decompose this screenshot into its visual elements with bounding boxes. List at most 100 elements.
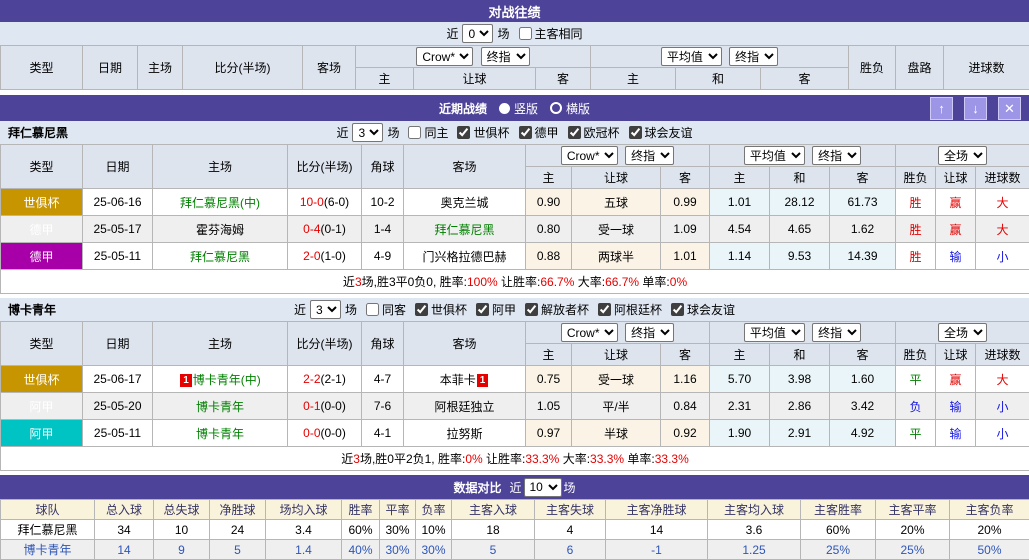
handicap-result: 赢 bbox=[936, 189, 976, 216]
average-select[interactable]: 平均值 bbox=[661, 47, 722, 66]
average-select-group: 平均值 终指 bbox=[710, 322, 896, 344]
filter-label: 世俱杯 bbox=[431, 301, 467, 318]
team1-filter-worldclubcup-checkbox[interactable] bbox=[457, 126, 470, 139]
stat-value: 4 bbox=[535, 520, 606, 540]
team2-filter-copaargentina-checkbox[interactable] bbox=[598, 303, 611, 316]
corner-score: 4-9 bbox=[362, 243, 404, 270]
final-odds-select2[interactable]: 终指 bbox=[729, 47, 778, 66]
league-badge: 世俱杯 bbox=[1, 189, 83, 216]
team1-summary-row: 近3场,胜3平0负0, 胜率:100% 让胜率:66.7% 大率:66.7% 单… bbox=[1, 270, 1029, 294]
team1-name: 拜仁慕尼黑 bbox=[8, 124, 68, 141]
col-loss-rate: 负率 bbox=[416, 500, 452, 520]
team2-scope-select[interactable]: 全场 bbox=[938, 323, 987, 342]
h2h-controls: 近 0 场 主客相同 bbox=[0, 22, 1029, 45]
col-score: 比分(半场) bbox=[288, 322, 362, 366]
up-arrow-icon: ↑ bbox=[938, 101, 945, 116]
team1-filter-bundesliga-checkbox[interactable] bbox=[519, 126, 532, 139]
average-select-group: 平均值 终指 bbox=[710, 145, 896, 167]
col-goals: 进球数 bbox=[944, 46, 1029, 90]
col-draw-rate: 平率 bbox=[380, 500, 416, 520]
handicap: 平/半 bbox=[572, 393, 661, 420]
avg-home: 1.01 bbox=[710, 189, 770, 216]
team1-same-home-checkbox[interactable] bbox=[408, 126, 421, 139]
col-score: 比分(半场) bbox=[183, 46, 303, 90]
team2-filter-worldclubcup-checkbox[interactable] bbox=[415, 303, 428, 316]
team2-final-odds-select2[interactable]: 终指 bbox=[812, 323, 861, 342]
col-home: 主场 bbox=[153, 322, 288, 366]
stat-value: 3.4 bbox=[266, 520, 342, 540]
goals-result: 大 bbox=[976, 216, 1029, 243]
col-home-odds: 主 bbox=[526, 167, 572, 189]
col-goals: 进球数 bbox=[976, 167, 1029, 189]
team2-final-odds-select[interactable]: 终指 bbox=[625, 323, 674, 342]
stat-value: 20% bbox=[950, 520, 1029, 540]
corner-score: 10-2 bbox=[362, 189, 404, 216]
avg-away: 61.73 bbox=[830, 189, 896, 216]
team1-filter-friendly-checkbox[interactable] bbox=[629, 126, 642, 139]
col-goal-diff: 净胜球 bbox=[210, 500, 266, 520]
away-odds: 1.16 bbox=[661, 366, 710, 393]
team2-average-select[interactable]: 平均值 bbox=[744, 323, 805, 342]
compare-near-select[interactable]: 10 bbox=[524, 478, 562, 497]
scope-select-group: 全场 bbox=[896, 145, 1029, 167]
away-team: 拜仁慕尼黑 bbox=[404, 216, 526, 243]
team1-final-odds-select[interactable]: 终指 bbox=[625, 146, 674, 165]
away-odds: 1.09 bbox=[661, 216, 710, 243]
col-date: 日期 bbox=[83, 46, 138, 90]
col-away-odds: 客 bbox=[661, 344, 710, 366]
average-select-group: 平均值 终指 bbox=[591, 46, 849, 68]
team2-same-away-checkbox[interactable] bbox=[366, 303, 379, 316]
team2-filter-libertadores-checkbox[interactable] bbox=[525, 303, 538, 316]
col-away: 客场 bbox=[303, 46, 356, 90]
team1-scope-select[interactable]: 全场 bbox=[938, 146, 987, 165]
avg-draw: 4.65 bbox=[770, 216, 830, 243]
team2-near-select[interactable]: 3 bbox=[310, 300, 341, 319]
move-up-button[interactable]: ↑ bbox=[930, 97, 953, 120]
team1-filter-championsleague-checkbox[interactable] bbox=[568, 126, 581, 139]
stat-value: 34 bbox=[95, 520, 154, 540]
team1-final-odds-select2[interactable]: 终指 bbox=[812, 146, 861, 165]
team1-bookie-select[interactable]: Crow* bbox=[561, 146, 618, 165]
team1-recent-table: 类型 日期 主场 比分(半场) 角球 客场 Crow* 终指 平均值 终指 全场… bbox=[0, 144, 1029, 294]
stat-value: 3.6 bbox=[708, 520, 801, 540]
avg-draw: 9.53 bbox=[770, 243, 830, 270]
match-row: 世俱杯 25-06-17 1博卡青年(中) 2-2(2-1) 4-7 本菲卡1 … bbox=[1, 366, 1029, 393]
team1-average-select[interactable]: 平均值 bbox=[744, 146, 805, 165]
home-team: 博卡青年 bbox=[153, 393, 288, 420]
team2-filter-primera-checkbox[interactable] bbox=[476, 303, 489, 316]
same-venue-checkbox[interactable] bbox=[519, 27, 532, 40]
col-handicap-result: 让球 bbox=[936, 167, 976, 189]
avg-draw: 28.12 bbox=[770, 189, 830, 216]
stat-value: 30% bbox=[380, 520, 416, 540]
layout-horizontal-label: 横版 bbox=[566, 100, 590, 117]
compare-header-row: 球队 总入球 总失球 净胜球 场均入球 胜率 平率 负率 主客入球 主客失球 主… bbox=[1, 500, 1029, 520]
home-odds: 0.97 bbox=[526, 420, 572, 447]
move-down-button[interactable]: ↓ bbox=[964, 97, 987, 120]
final-odds-select[interactable]: 终指 bbox=[481, 47, 530, 66]
team1-near-select[interactable]: 3 bbox=[352, 123, 383, 142]
h2h-title-bar: 对战往绩 bbox=[0, 0, 1029, 22]
score: 0-1(0-0) bbox=[288, 393, 362, 420]
avg-away: 14.39 bbox=[830, 243, 896, 270]
corner-score: 7-6 bbox=[362, 393, 404, 420]
match-date: 25-06-17 bbox=[83, 366, 153, 393]
stat-value: 10 bbox=[154, 520, 210, 540]
home-odds: 0.88 bbox=[526, 243, 572, 270]
h2h-near-select[interactable]: 0 bbox=[462, 24, 493, 43]
bookie-select[interactable]: Crow* bbox=[416, 47, 473, 66]
layout-radio-horizontal[interactable] bbox=[550, 102, 562, 114]
red-card-badge: 1 bbox=[477, 374, 489, 387]
col-away-odds: 客 bbox=[661, 167, 710, 189]
match-date: 25-05-11 bbox=[83, 420, 153, 447]
close-button[interactable]: ✕ bbox=[998, 97, 1021, 120]
team2-filter-row: 博卡青年 近 3 场 同客 世俱杯 阿甲 解放者杯 阿根廷杯 球会友谊 bbox=[0, 298, 1029, 321]
team2-filter-friendly-checkbox[interactable] bbox=[671, 303, 684, 316]
col-type: 类型 bbox=[1, 322, 83, 366]
layout-radio-vertical[interactable] bbox=[499, 103, 510, 114]
team2-bookie-select[interactable]: Crow* bbox=[561, 323, 618, 342]
col-goals: 进球数 bbox=[976, 344, 1029, 366]
col-venue-goals-for: 主客入球 bbox=[452, 500, 535, 520]
scope-select-group: 全场 bbox=[896, 322, 1029, 344]
col-avg-away: 客 bbox=[830, 167, 896, 189]
compare-row-team1: 拜仁慕尼黑 34 10 24 3.4 60% 30% 10% 18 4 14 3… bbox=[1, 520, 1029, 540]
